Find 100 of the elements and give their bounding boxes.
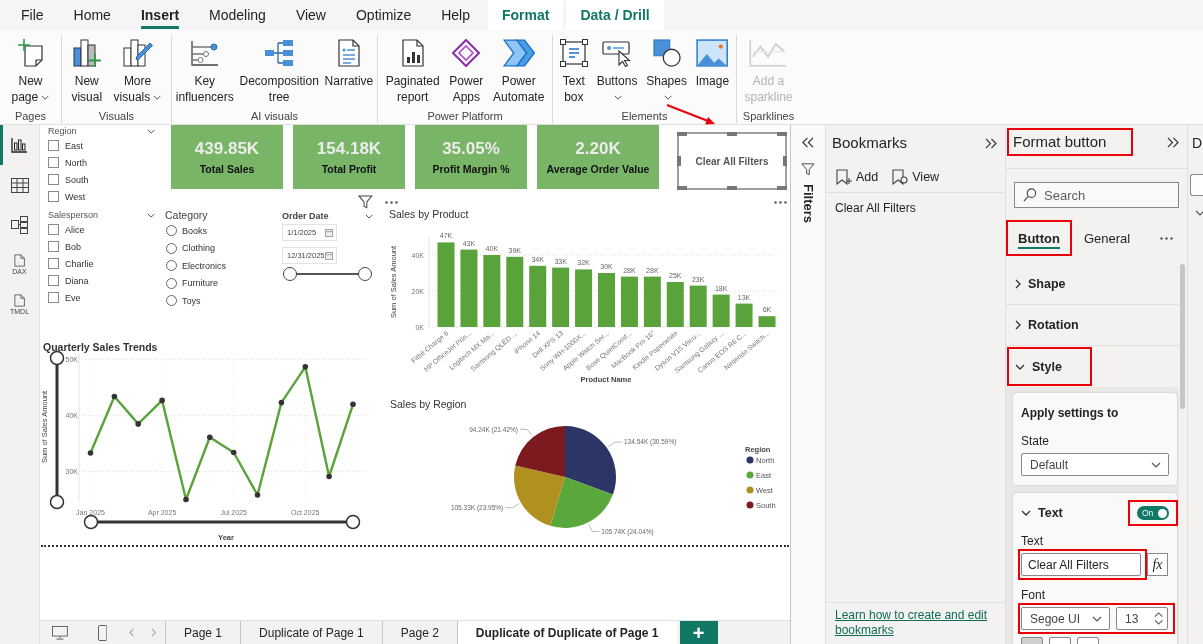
search-field[interactable]: Search xyxy=(1014,182,1179,208)
toolbar-button[interactable]: Add xyxy=(832,165,883,188)
fx-button[interactable]: fx xyxy=(1147,553,1168,576)
filter-icon[interactable] xyxy=(358,195,373,209)
radio-button[interactable] xyxy=(166,242,177,254)
resize-handle[interactable] xyxy=(777,132,787,136)
ribbon-button[interactable]: Text box xyxy=(557,35,590,105)
font-size-field[interactable]: 13 xyxy=(1116,607,1168,630)
input-field[interactable] xyxy=(1190,174,1203,196)
ribbon-button[interactable]: Image xyxy=(693,35,732,89)
checkbox[interactable] xyxy=(48,241,59,252)
slider-handle[interactable] xyxy=(283,267,297,281)
desktop-icon[interactable] xyxy=(52,625,68,640)
card-title: Apply settings to xyxy=(1021,405,1120,421)
ribbon-tab[interactable]: File xyxy=(6,0,59,30)
chart-bar xyxy=(529,265,547,327)
more-options-icon[interactable] xyxy=(385,201,398,204)
slider-handle[interactable] xyxy=(49,494,65,510)
more-options-icon[interactable] xyxy=(774,201,787,204)
section-header[interactable]: Shape xyxy=(1009,266,1094,302)
scrollbar-thumb[interactable] xyxy=(1180,264,1185,409)
resize-handle[interactable] xyxy=(677,132,687,136)
phone-icon[interactable] xyxy=(97,624,108,641)
ribbon-button[interactable]: Power Apps xyxy=(447,35,486,105)
checkbox[interactable] xyxy=(48,292,59,303)
state-dropdown[interactable]: Default xyxy=(1021,453,1169,476)
data-point xyxy=(254,492,261,498)
calendar-icon xyxy=(325,251,333,260)
radio-button[interactable] xyxy=(166,295,177,307)
ribbon-tab[interactable]: Modeling xyxy=(194,0,281,30)
pane-tab[interactable]: General xyxy=(1073,222,1141,254)
slider-handle[interactable] xyxy=(83,514,99,530)
ribbon-tab[interactable]: Help xyxy=(426,0,485,30)
chart-bar xyxy=(643,276,661,327)
group-label: Power Platform xyxy=(427,109,503,123)
checkbox[interactable] xyxy=(48,174,59,185)
document-icon xyxy=(13,254,26,267)
ribbon-button[interactable]: Power Automate xyxy=(491,35,547,105)
page-tab[interactable]: Duplicate of Duplicate of Page 1 xyxy=(456,621,677,644)
checkbox[interactable] xyxy=(48,275,59,286)
double-chevron-icon[interactable] xyxy=(1167,137,1179,148)
chart-bar xyxy=(598,273,615,327)
section-header[interactable]: Style xyxy=(1009,349,1090,384)
resize-handle[interactable] xyxy=(727,186,737,190)
radio-button[interactable] xyxy=(166,277,177,289)
ribbon-button[interactable]: Key influencers xyxy=(173,35,236,105)
section-header[interactable]: Text xyxy=(1021,502,1063,524)
slider-handle[interactable] xyxy=(345,514,361,530)
chevron-down-icon[interactable] xyxy=(146,212,155,218)
section-header[interactable]: Rotation xyxy=(1009,307,1107,343)
checkbox[interactable] xyxy=(48,191,59,202)
double-chevron-icon[interactable] xyxy=(985,137,997,149)
chart-title: Quarterly Sales Trends xyxy=(43,341,158,354)
range-slider[interactable] xyxy=(283,267,372,281)
ribbon-button[interactable]: Buttons xyxy=(594,35,640,105)
ribbon-button[interactable]: New visual xyxy=(69,35,105,105)
checkbox[interactable] xyxy=(48,140,59,151)
data-point xyxy=(350,401,356,408)
resize-handle[interactable] xyxy=(677,156,681,166)
toggle-switch[interactable]: On xyxy=(1137,506,1169,520)
resize-handle[interactable] xyxy=(727,132,737,136)
ribbon-button[interactable]: Decomposition tree xyxy=(237,35,321,105)
bookmark-item[interactable]: Clear All Filters xyxy=(826,193,925,223)
group-label: Elements xyxy=(621,109,668,123)
pane-title[interactable]: Filters xyxy=(800,184,816,223)
ribbon-button[interactable]: Narrative xyxy=(322,35,376,89)
chevron-down-icon[interactable] xyxy=(146,128,155,134)
ribbon-tab[interactable]: Home xyxy=(58,0,126,30)
resize-handle[interactable] xyxy=(677,186,687,190)
ribbon-tab[interactable]: Optimize xyxy=(340,0,427,30)
ribbon-button[interactable]: New page xyxy=(9,35,52,105)
ribbon-tab[interactable]: Format xyxy=(488,0,564,30)
chevron-down-icon xyxy=(1021,510,1031,516)
resize-handle[interactable] xyxy=(783,156,787,166)
chevron-down-icon[interactable] xyxy=(364,213,373,219)
checkbox[interactable] xyxy=(48,258,59,269)
slider-handle[interactable] xyxy=(358,267,372,281)
radio-button[interactable] xyxy=(166,260,177,272)
resize-handle[interactable] xyxy=(777,186,787,190)
add-page-button[interactable]: + xyxy=(679,621,718,644)
page-tab[interactable]: Page 2 xyxy=(381,621,457,644)
ribbon-tab[interactable]: View xyxy=(280,0,341,30)
checkbox-label: Bob xyxy=(65,241,81,252)
ribbon-button[interactable]: More visuals xyxy=(111,35,164,105)
kpi-value: 35.05% xyxy=(442,138,500,158)
toolbar-button[interactable]: View xyxy=(888,165,944,188)
radio-button[interactable] xyxy=(166,225,177,237)
help-link[interactable]: Learn how to create and edit bookmarks xyxy=(835,608,996,638)
checkbox[interactable] xyxy=(48,157,59,168)
clear-filters-button[interactable]: Clear All Filters xyxy=(677,132,787,190)
font-dropdown[interactable]: Segoe UI xyxy=(1021,607,1110,630)
ribbon-button[interactable]: Shapes xyxy=(644,35,689,105)
page-tab[interactable]: Page 1 xyxy=(165,621,241,644)
ribbon-tab[interactable]: Data / Drill xyxy=(566,0,664,30)
page-tab[interactable]: Duplicate of Page 1 xyxy=(240,621,382,644)
more-options-icon[interactable] xyxy=(1160,236,1173,240)
ribbon-button[interactable]: Paginated report xyxy=(383,35,442,105)
checkbox[interactable] xyxy=(48,224,59,235)
double-chevron-icon[interactable] xyxy=(802,137,814,148)
text-field[interactable]: Clear All Filters xyxy=(1021,553,1141,576)
